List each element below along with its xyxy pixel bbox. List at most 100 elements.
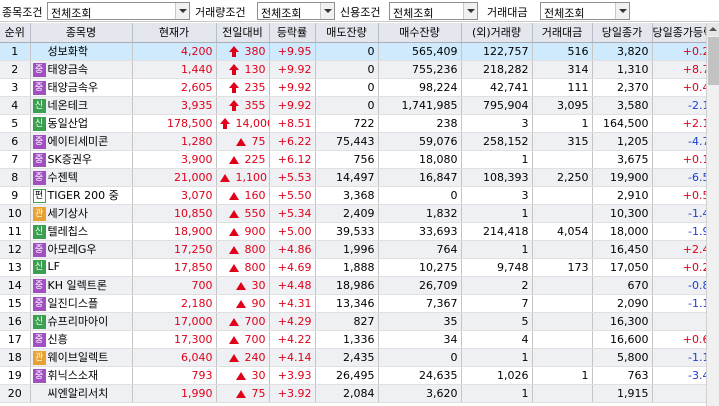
trade-amount-cell-value: 315: [567, 134, 589, 148]
rank-cell: 9: [0, 186, 31, 205]
column-header[interactable]: 순위: [0, 23, 31, 43]
trade-amount-cell-value: 1: [581, 368, 589, 382]
change-cell: 30: [216, 276, 270, 295]
stock-name-cell[interactable]: 중 일진디스플: [30, 294, 133, 313]
stock-name-cell[interactable]: 신 네온테크: [30, 96, 133, 115]
bid-volume-cell-value: 98,224: [419, 80, 458, 94]
trade-amount-cell: [532, 204, 593, 223]
trade-amount-cell: 1: [532, 366, 593, 385]
stock-name-cell[interactable]: 관 세기상사: [30, 204, 133, 223]
table-row[interactable]: 3 중 태양금속우 2,605 235 +9.92 0 98,224 42,741 111 2,37…: [0, 78, 719, 97]
bid-volume-cell: 26,709: [378, 276, 462, 295]
stock-name-cell[interactable]: 중 SK증권우: [30, 150, 133, 169]
table-row[interactable]: 13 신 LF 17,850 800 +4.69 1,888 10,275 9,748 173 17…: [0, 258, 719, 277]
change-value: 700: [244, 332, 266, 346]
column-header[interactable]: (외)거래량: [461, 23, 533, 43]
close-price-cell-value: 3,820: [617, 44, 649, 58]
market-badge: 펀: [32, 189, 46, 203]
change-value: 550: [244, 206, 266, 220]
table-row[interactable]: 15 중 일진디스플 2,180 90 +4.31 13,346 7,367 7 2,090 -1.…: [0, 294, 719, 313]
column-header[interactable]: 현재가: [132, 23, 217, 43]
stock-name-cell[interactable]: 펀 TIGER 200 중: [30, 186, 133, 205]
amount-condition-select[interactable]: 전체조회: [540, 2, 630, 20]
foreign-volume-cell: 122,757: [461, 42, 533, 61]
table-row[interactable]: 5신동일산업178,50014,000+8.5172223831164,500+…: [0, 114, 719, 133]
table-row[interactable]: 7 중 SK증권우 3,900 225 +6.12 756 18,080 1 3,675 +0.14: [0, 150, 719, 169]
stock-name-cell[interactable]: 성보화학: [30, 42, 133, 61]
stock-name-cell[interactable]: 중 태양금속우: [30, 78, 133, 97]
change-cell: 1,100: [216, 168, 270, 187]
scrollbar-thumb[interactable]: [708, 37, 719, 85]
foreign-volume-cell: 5: [461, 312, 533, 331]
rate-cell-value: +4.31: [277, 296, 312, 310]
stock-name-cell[interactable]: 중 에이티세미콘: [30, 132, 133, 151]
upper-limit-arrow-icon: [228, 100, 239, 111]
stock-name-cell[interactable]: 신 텔레칩스: [30, 222, 133, 241]
stock-condition-select[interactable]: 전체조회: [47, 2, 190, 20]
bid-volume-cell-value: 565,409: [412, 44, 458, 58]
chevron-down-icon[interactable]: [615, 3, 629, 19]
table-row[interactable]: 4 신 네온테크 3,935 355 +9.92 0 1,741,985 795,904 3,09…: [0, 96, 719, 115]
price-cell: 4,200: [132, 42, 217, 61]
vertical-scrollbar[interactable]: [706, 23, 719, 406]
stock-name-cell[interactable]: 중 신흥: [30, 330, 133, 349]
table-row[interactable]: 17 중 신흥 17,300 700 +4.22 1,336 34 4 16,600 +0.61: [0, 330, 719, 349]
table-row[interactable]: 10 관 세기상사 10,850 550 +5.34 2,409 1,832 1 10,300 -1…: [0, 204, 719, 223]
stock-name-cell[interactable]: 신 슈프리마아이: [30, 312, 133, 331]
ask-volume-cell-value: 756: [353, 152, 375, 166]
column-header[interactable]: 전일대비: [216, 23, 270, 43]
stock-name-cell[interactable]: 씨엔알리서치: [30, 384, 133, 403]
stock-name-cell[interactable]: 중 수젠텍: [30, 168, 133, 187]
ask-volume-cell: 0: [315, 96, 379, 115]
ask-volume-cell-value: 1,888: [343, 260, 375, 274]
table-row[interactable]: 8 중 수젠텍 21,000 1,100 +5.53 14,497 16,847 108,393…: [0, 168, 719, 187]
column-header[interactable]: 당일종가: [592, 23, 653, 43]
stock-name-cell[interactable]: 중 태양금속: [30, 60, 133, 79]
column-header[interactable]: 매도잔량: [315, 23, 379, 43]
table-row[interactable]: 6 중 에이티세미콘 1,280 75 +6.22 75,443 59,076 258,152 3…: [0, 132, 719, 151]
column-header[interactable]: 등락률: [269, 23, 316, 43]
stock-name-cell[interactable]: 중 아모레G우: [30, 240, 133, 259]
chevron-down-icon[interactable]: [463, 3, 477, 19]
table-row[interactable]: 19 중 휘닉스소재 793 30 +3.93 26,495 24,635 1,026 1 763-…: [0, 366, 719, 385]
stock-name-cell[interactable]: 관 웨이브일렉트: [30, 348, 133, 367]
volume-condition-select[interactable]: 전체조회: [257, 2, 335, 20]
credit-condition-select[interactable]: 전체조회: [389, 2, 478, 20]
stock-name-cell[interactable]: 신 LF: [30, 258, 133, 277]
trade-amount-cell: [532, 348, 593, 367]
stock-name-cell[interactable]: 중 KH 일렉트론: [30, 276, 133, 295]
scroll-up-icon[interactable]: [707, 23, 719, 36]
rate-cell: +6.12: [269, 150, 316, 169]
change-value: 30: [251, 278, 266, 292]
change-cell: 800: [216, 240, 270, 259]
table-row[interactable]: 16신슈프리마아이17,000700+4.2982735516,3000: [0, 312, 719, 331]
rate-cell-value: +4.86: [277, 242, 312, 256]
stock-name-cell[interactable]: 중 휘닉스소재: [30, 366, 133, 385]
change-cell: 380: [216, 42, 270, 61]
column-header[interactable]: 매수잔량: [378, 23, 462, 43]
column-header[interactable]: 종목명: [30, 23, 133, 43]
price-cell-value: 3,070: [181, 188, 213, 202]
up-triangle-icon: [228, 155, 239, 164]
stock-name-cell[interactable]: 신 동일산업: [30, 114, 133, 133]
table-row[interactable]: 1 성보화학 4,200 380 +9.95 0 565,409 122,757 516 3,82…: [0, 42, 719, 61]
table-row[interactable]: 2 중 태양금속 1,440 130 +9.92 0 755,236 218,282 314 1,3…: [0, 60, 719, 79]
table-row[interactable]: 11 신 텔레칩스 18,900 900 +5.00 39,533 33,693 214,418…: [0, 222, 719, 241]
table-row[interactable]: 14 중 KH 일렉트론 700 30 +4.48 18,986 26,709 2 670 -0.8…: [0, 276, 719, 295]
ask-volume-cell: 14,497: [315, 168, 379, 187]
chevron-down-icon[interactable]: [320, 3, 334, 19]
table-row[interactable]: 18 관 웨이브일렉트 6,040 240 +4.14 2,435 0 1 5,800 -1.19: [0, 348, 719, 367]
up-triangle-icon: [228, 317, 239, 326]
up-triangle-icon: [235, 389, 246, 398]
close-price-cell-value: 17,050: [610, 260, 649, 274]
table-row[interactable]: 9 펀 TIGER 200 중 3,070 160 +5.50 3,368 0 3 2,910 +0…: [0, 186, 719, 205]
credit-condition-value: 전체조회: [393, 7, 434, 20]
table-row[interactable]: 20씨엔알리서치1,99075+3.922,0843,62011,9150: [0, 384, 719, 403]
table-row[interactable]: 12 중 아모레G우 17,250 800 +4.86 1,996 764 1 16,450 +2.…: [0, 240, 719, 259]
up-triangle-icon: [228, 353, 239, 362]
ask-volume-cell-value: 14,497: [336, 170, 375, 184]
chevron-down-icon[interactable]: [175, 3, 189, 19]
column-header[interactable]: 거래대금: [532, 23, 593, 43]
rank-cell-value: 14: [7, 278, 22, 292]
close-price-cell-value: 18,000: [610, 224, 649, 238]
